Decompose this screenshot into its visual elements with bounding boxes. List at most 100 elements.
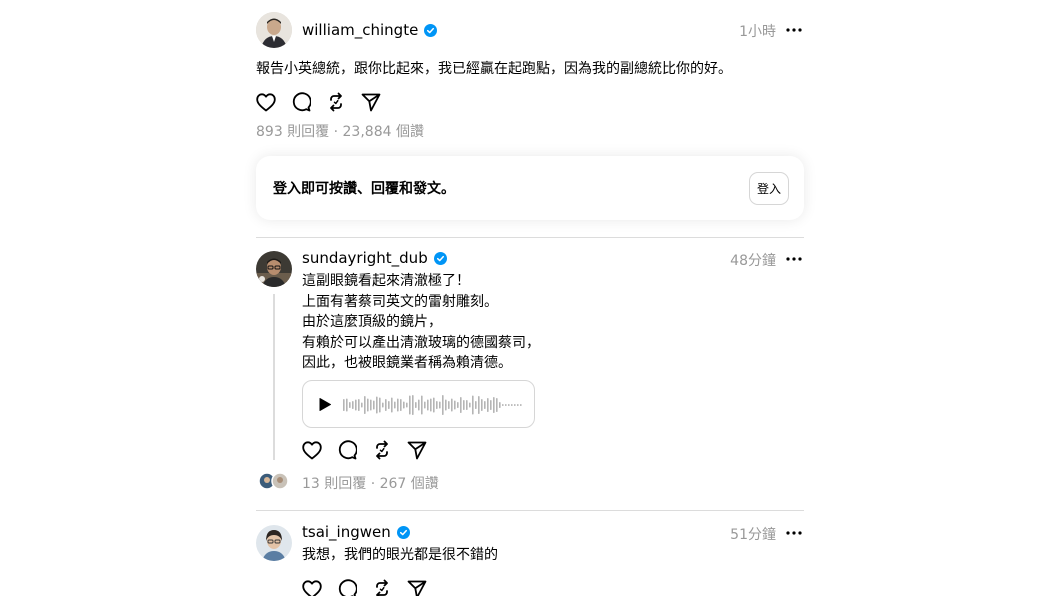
reply-line: 因此，也被眼鏡業者稱為賴清德。 — [302, 355, 512, 371]
more-icon[interactable] — [784, 523, 804, 543]
reply-line: 有賴於可以產出清澈玻璃的德國蔡司， — [302, 334, 540, 351]
waveform-bar — [487, 398, 489, 412]
comment-icon — [292, 92, 311, 112]
reply-text: 我想，我們的眼光都是很不錯的 — [302, 547, 498, 563]
username[interactable]: william_chingte — [302, 21, 438, 39]
waveform-bar — [406, 402, 408, 408]
username-text[interactable]: tsai_ingwen — [302, 523, 391, 541]
timestamp[interactable]: 1小時 — [739, 21, 776, 41]
comment-icon — [338, 440, 357, 460]
share-icon — [407, 580, 427, 596]
avatar[interactable] — [256, 251, 292, 287]
reply-line: 由於這麼頂級的鏡片， — [302, 314, 442, 330]
waveform-bar — [493, 397, 495, 413]
share-button[interactable] — [361, 91, 396, 113]
heart-icon — [302, 579, 322, 596]
repost-icon — [330, 92, 342, 112]
share-icon — [407, 441, 427, 459]
share-button[interactable] — [407, 439, 442, 461]
waveform-bar — [481, 399, 483, 411]
post-stats[interactable]: 893 則回覆 · 23,884 個讚 — [256, 121, 424, 141]
username-text[interactable]: william_chingte — [302, 21, 418, 39]
comment-button[interactable] — [291, 91, 326, 113]
share-icon — [361, 93, 381, 111]
waveform-bar — [496, 398, 498, 412]
waveform-bar — [397, 398, 399, 412]
waveform-bar — [466, 400, 468, 410]
repost-icon — [376, 579, 388, 596]
avatar[interactable] — [256, 12, 292, 48]
waveform-bar — [478, 396, 480, 414]
waveform-bar — [463, 400, 465, 410]
comment-button[interactable] — [337, 578, 372, 596]
divider — [256, 510, 804, 511]
login-prompt-text: 登入即可按讚、回覆和發文。 — [273, 181, 455, 197]
waveform-bar — [367, 398, 369, 412]
waveform-bar — [502, 404, 504, 406]
waveform-bar — [475, 401, 477, 409]
waveform-bar — [385, 399, 387, 411]
waveform-bar — [460, 397, 462, 413]
waveform-bar — [511, 404, 513, 406]
waveform-bar — [418, 399, 420, 411]
share-button[interactable] — [407, 578, 442, 596]
reply-stats[interactable]: 13 則回覆 · 267 個讚 — [302, 473, 439, 493]
post-actions — [302, 578, 442, 596]
post-text: 報告小英總統，跟你比起來，我已經贏在起跑點，因為我的副總統比你的好。 — [256, 61, 732, 77]
timestamp[interactable]: 48分鐘 — [730, 250, 776, 270]
replier-avatars[interactable] — [258, 472, 292, 490]
username-text[interactable]: sundayright_dub — [302, 249, 428, 267]
waveform-bar — [349, 402, 351, 408]
more-icon[interactable] — [784, 249, 804, 269]
waveform-bar — [400, 399, 402, 411]
waveform-bar — [499, 402, 501, 408]
avatar[interactable] — [256, 525, 292, 561]
comment-button[interactable] — [337, 439, 372, 461]
waveform-bar — [373, 400, 375, 410]
login-button[interactable]: 登入 — [749, 172, 789, 205]
divider — [256, 237, 804, 238]
like-button[interactable] — [302, 439, 337, 461]
waveform-bar — [469, 402, 471, 408]
audio-player[interactable] — [302, 380, 535, 428]
audio-waveform — [343, 395, 522, 415]
waveform-bar — [472, 395, 474, 415]
waveform-bar — [454, 400, 456, 410]
waveform-bar — [451, 398, 453, 412]
waveform-bar — [442, 395, 444, 415]
waveform-bar — [415, 402, 417, 408]
waveform-bar — [439, 401, 441, 409]
waveform-bar — [508, 404, 510, 406]
waveform-bar — [343, 399, 345, 411]
waveform-bar — [364, 396, 366, 414]
username[interactable]: tsai_ingwen — [302, 523, 410, 541]
repost-button[interactable] — [326, 91, 361, 113]
waveform-bar — [433, 397, 435, 413]
repost-button[interactable] — [372, 439, 407, 461]
waveform-bar — [382, 402, 384, 408]
waveform-bar — [448, 401, 450, 409]
more-icon[interactable] — [784, 20, 804, 40]
waveform-bar — [514, 404, 516, 406]
waveform-bar — [379, 397, 381, 413]
waveform-bar — [436, 401, 438, 409]
waveform-bar — [490, 400, 492, 410]
waveform-bar — [412, 395, 414, 415]
waveform-bar — [445, 399, 447, 411]
waveform-bar — [520, 404, 522, 406]
like-button[interactable] — [256, 91, 291, 113]
timestamp[interactable]: 51分鐘 — [730, 524, 776, 544]
repost-button[interactable] — [372, 578, 407, 596]
heart-icon — [256, 92, 276, 111]
reply-line: 這副眼鏡看起來清澈極了！ — [302, 273, 470, 289]
username[interactable]: sundayright_dub — [302, 249, 447, 267]
verified-icon — [424, 23, 438, 37]
waveform-bar — [517, 404, 519, 406]
like-button[interactable] — [302, 578, 337, 596]
waveform-bar — [388, 401, 390, 409]
reply-line: 上面有著蔡司英文的雷射雕刻。 — [302, 293, 498, 310]
waveform-bar — [358, 399, 360, 411]
waveform-bar — [430, 398, 432, 412]
heart-icon — [302, 440, 322, 459]
play-icon[interactable] — [318, 397, 332, 412]
